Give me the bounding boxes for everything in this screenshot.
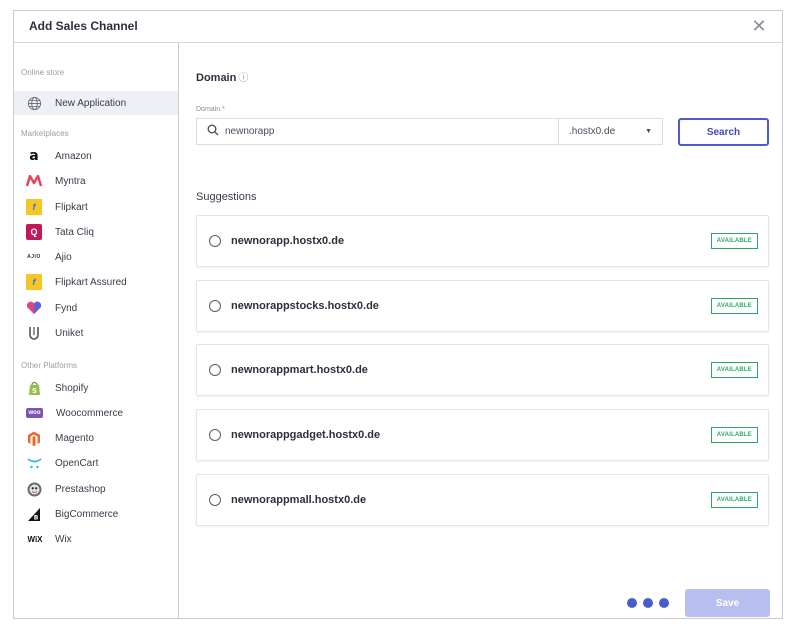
domain-title: Domain ⓘ [196,69,248,84]
opencart-icon [26,455,42,471]
domain-title-text: Domain [196,72,237,84]
amazon-icon: a [29,148,39,164]
suggestion-item[interactable]: newnorapp.hostx0.de AVAILABLE [196,215,769,267]
available-badge: AVAILABLE [710,427,758,443]
loading-indicator [627,598,669,608]
loading-dot [643,598,653,608]
available-badge: AVAILABLE [710,362,758,378]
globe-icon [26,95,42,111]
bigcommerce-icon: B [26,506,42,522]
sidebar-item-tata-cliq[interactable]: Q Tata Cliq [14,220,178,244]
sidebar-item-label: Wix [55,533,72,545]
radio-button[interactable] [209,300,221,312]
save-button[interactable]: Save [685,589,770,617]
suggestion-domain-name: newnorappmall.hostx0.de [231,494,367,506]
sidebar-item-label: Ajio [55,251,72,263]
close-icon[interactable]: ✕ [750,16,768,36]
sidebar-item-label: Myntra [55,175,86,187]
sidebar-item-label: Magento [55,432,94,444]
suggestion-domain-name: newnorappgadget.hostx0.de [231,429,381,441]
sidebar-item-myntra[interactable]: Myntra [14,169,178,193]
suggestion-domain-name: newnorapp.hostx0.de [231,235,345,247]
sidebar-item-amazon[interactable]: a Amazon [14,144,178,168]
channel-sidebar: Online store New Application Marketplace… [14,43,179,619]
sidebar-item-prestashop[interactable]: Prestashop [14,477,178,501]
modal-title: Add Sales Channel [29,19,138,33]
sidebar-item-flipkart-assured[interactable]: f Flipkart Assured [14,270,178,294]
tld-selected-value: .hostx0.de [569,126,616,137]
sidebar-item-label: Amazon [55,150,92,162]
search-icon [207,123,225,141]
section-title-other-platforms: Other Platforms [21,361,78,370]
suggestion-item[interactable]: newnorappmall.hostx0.de AVAILABLE [196,474,769,526]
loading-dot [659,598,669,608]
radio-button[interactable] [209,494,221,506]
sidebar-item-label: Prestashop [55,483,106,495]
sidebar-item-label: Flipkart Assured [55,276,127,288]
sidebar-item-woocommerce[interactable]: woo Woocommerce [14,401,178,425]
suggestion-item[interactable]: newnorappstocks.hostx0.de AVAILABLE [196,280,769,332]
flipkart-icon: f [26,199,42,215]
suggestion-item[interactable]: newnorappgadget.hostx0.de AVAILABLE [196,409,769,461]
prestashop-icon [26,481,42,497]
domain-field-label: Domain * [196,106,225,113]
sidebar-item-label: OpenCart [55,457,99,469]
sidebar-item-flipkart[interactable]: f Flipkart [14,195,178,219]
caret-down-icon: ▼ [645,128,652,135]
domain-search-box: .hostx0.de ▼ [196,118,663,145]
sidebar-item-label: Fynd [55,302,78,314]
sidebar-item-shopify[interactable]: S Shopify [14,376,178,400]
sidebar-item-label: New Application [55,97,127,109]
sidebar-item-label: Flipkart [55,201,88,213]
sidebar-item-label: BigCommerce [55,508,119,520]
sidebar-item-magento[interactable]: Magento [14,426,178,450]
suggestions-title: Suggestions [196,191,257,203]
add-sales-channel-modal: Add Sales Channel ✕ Online store New App… [13,10,783,619]
section-title-marketplaces: Marketplaces [21,129,69,138]
woocommerce-icon: woo [26,408,43,418]
search-button[interactable]: Search [678,118,769,146]
loading-dot [627,598,637,608]
wix-icon: WiX [27,534,43,544]
sidebar-item-label: Uniket [55,327,84,339]
radio-button[interactable] [209,429,221,441]
sidebar-item-new-application[interactable]: New Application [14,91,178,115]
flipkart-assured-icon: f [26,274,42,290]
modal-header: Add Sales Channel ✕ [14,11,782,43]
radio-button[interactable] [209,364,221,376]
domain-panel: Domainⓘ Domain * .hostx0.de ▼ Search Sug… [180,43,783,619]
sidebar-item-wix[interactable]: WiX Wix [14,527,178,551]
myntra-icon [26,173,42,189]
section-title-online-store: Online store [21,68,65,77]
svg-text:S: S [31,387,36,395]
sidebar-item-label: Tata Cliq [55,226,94,238]
domain-input-wrapper [197,119,559,144]
magento-icon [26,430,42,446]
suggestion-domain-name: newnorappstocks.hostx0.de [231,300,379,312]
uniket-icon [26,325,42,341]
available-badge: AVAILABLE [710,492,758,508]
suggestion-domain-name: newnorappmart.hostx0.de [231,364,368,376]
shopify-icon: S [26,380,42,396]
radio-button[interactable] [209,235,221,247]
suggestion-item[interactable]: newnorappmart.hostx0.de AVAILABLE [196,344,769,396]
sidebar-item-ajio[interactable]: AJIO Ajio [14,245,178,269]
sidebar-item-bigcommerce[interactable]: B BigCommerce [14,502,178,526]
svg-text:B: B [34,514,39,521]
sidebar-item-label: Shopify [55,382,89,394]
domain-input[interactable] [225,126,545,137]
sidebar-item-opencart[interactable]: OpenCart [14,451,178,475]
sidebar-item-label: Woocommerce [56,407,124,419]
sidebar-item-uniket[interactable]: Uniket [14,321,178,345]
info-icon[interactable]: ⓘ [238,73,248,84]
tata-cliq-icon: Q [26,224,42,240]
fynd-icon [26,300,42,316]
tld-dropdown[interactable]: .hostx0.de ▼ [559,119,662,144]
ajio-icon: AJIO [27,254,41,260]
sidebar-item-fynd[interactable]: Fynd [14,296,178,320]
available-badge: AVAILABLE [710,298,758,314]
available-badge: AVAILABLE [710,233,758,249]
